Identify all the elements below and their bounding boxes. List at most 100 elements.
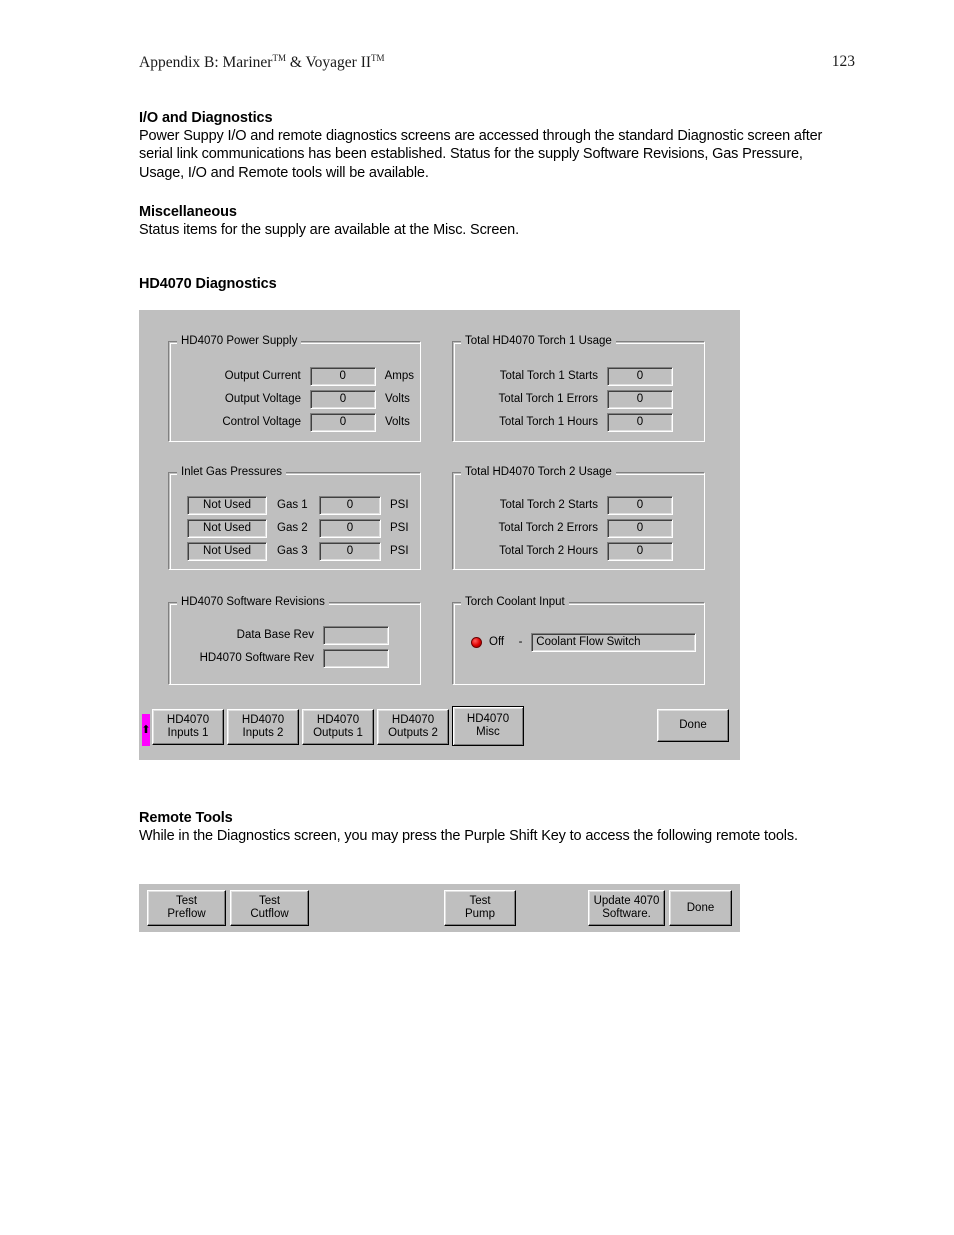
toolbar-button-line1: Test (469, 895, 491, 907)
groupbox-body: Total Torch 2 Starts 0 Total Torch 2 Err… (452, 472, 705, 570)
groupbox-title-torch1-usage: Total HD4070 Torch 1 Usage (461, 334, 616, 348)
value-torch2-hours: 0 (607, 542, 673, 561)
label-torch1-starts: Total Torch 1 Starts (499, 370, 598, 382)
section-heading-io-diagnostics: I/O and Diagnostics (139, 110, 273, 126)
field-row: Output Voltage 0 Volts (168, 390, 414, 409)
field-row: Total Torch 2 Starts 0 (452, 496, 698, 515)
groupbox-inlet-gas-pressures: Inlet Gas Pressures Not Used Gas 1 0 PSI… (168, 465, 421, 570)
field-row: Total Torch 2 Hours 0 (452, 542, 698, 561)
unit-control-voltage: Volts (385, 416, 410, 428)
value-output-voltage: 0 (310, 390, 376, 409)
unit-gas-3: PSI (390, 545, 409, 557)
coolant-state-label: Off (489, 636, 505, 648)
unit-gas-2: PSI (390, 522, 409, 534)
nav-button-line1: HD4070 (241, 714, 285, 726)
field-row: HD4070 Software Rev (168, 649, 414, 668)
toolbar-button-test-pump[interactable]: Test Pump (444, 890, 516, 926)
hd4070-diagnostics-dialog: HD4070 Power Supply Output Current 0 Amp… (139, 310, 740, 760)
groupbox-body: Total Torch 1 Starts 0 Total Torch 1 Err… (452, 341, 705, 442)
label-torch2-errors: Total Torch 2 Errors (498, 522, 599, 534)
label-output-current: Output Current (224, 370, 301, 382)
label-gas-1: Gas 1 (277, 499, 308, 511)
groupbox-title-software-revisions: HD4070 Software Revisions (177, 595, 329, 609)
nav-button-line1: HD4070 (316, 714, 360, 726)
groupbox-software-revisions: HD4070 Software Revisions Data Base Rev … (168, 595, 421, 685)
label-torch1-hours: Total Torch 1 Hours (499, 416, 598, 428)
value-torch1-starts: 0 (607, 367, 673, 386)
value-control-voltage: 0 (310, 413, 376, 432)
toolbar-button-update-4070-software[interactable]: Update 4070 Software. (588, 890, 665, 926)
status-gas-1: Not Used (187, 496, 267, 515)
groupbox-title-torch2-usage: Total HD4070 Torch 2 Usage (461, 465, 616, 479)
groupbox-torch1-usage: Total HD4070 Torch 1 Usage Total Torch 1… (452, 334, 705, 442)
section-body-io-diagnostics: Power Suppy I/O and remote diagnostics s… (139, 128, 823, 181)
groupbox-title-power-supply: HD4070 Power Supply (177, 334, 302, 348)
groupbox-title-torch-coolant-input: Torch Coolant Input (461, 595, 569, 609)
running-head-text-mid: & Voyager II (285, 54, 372, 72)
value-torch1-errors: 0 (607, 390, 673, 409)
nav-button-hd4070-outputs-1[interactable]: HD4070 Outputs 1 (302, 709, 374, 745)
value-data-base-rev (323, 626, 389, 645)
dialog-done-button-label: Done (679, 719, 707, 731)
groupbox-title-inlet-gas-pressures: Inlet Gas Pressures (177, 465, 286, 479)
status-gas-2: Not Used (187, 519, 267, 538)
label-torch2-hours: Total Torch 2 Hours (499, 545, 598, 557)
unit-gas-1: PSI (390, 499, 409, 511)
toolbar-button-done[interactable]: Done (669, 890, 732, 926)
value-gas-2: 0 (319, 519, 381, 538)
coolant-status-row: Off - Coolant Flow Switch (471, 633, 696, 652)
groupbox-body: Off - Coolant Flow Switch (452, 602, 705, 685)
coolant-separator: - (518, 636, 523, 648)
nav-button-hd4070-inputs-2[interactable]: HD4070 Inputs 2 (227, 709, 299, 745)
section-body-remote-tools: While in the Diagnostics screen, you may… (139, 828, 798, 844)
section-heading-miscellaneous: Miscellaneous (139, 204, 237, 221)
purple-shift-key-indicator[interactable]: ⬆ (141, 714, 151, 746)
nav-button-line2: Outputs 2 (388, 727, 438, 739)
value-torch2-errors: 0 (607, 519, 673, 538)
nav-button-hd4070-outputs-2[interactable]: HD4070 Outputs 2 (377, 709, 449, 745)
groupbox-body: Output Current 0 Amps Output Voltage 0 V… (168, 341, 421, 442)
toolbar-button-line1: Update 4070 (593, 895, 660, 907)
coolant-status-led-icon (471, 637, 482, 648)
unit-output-current: Amps (384, 370, 414, 382)
field-row: Control Voltage 0 Volts (168, 413, 414, 432)
groupbox-body: Not Used Gas 1 0 PSI Not Used Gas 2 0 PS… (168, 472, 421, 570)
toolbar-button-test-cutflow[interactable]: Test Cutflow (230, 890, 309, 926)
nav-button-hd4070-inputs-1[interactable]: HD4070 Inputs 1 (152, 709, 224, 745)
toolbar-button-line1: Done (686, 901, 715, 914)
dialog-done-button[interactable]: Done (657, 709, 729, 742)
toolbar-button-test-preflow[interactable]: Test Preflow (147, 890, 226, 926)
label-control-voltage: Control Voltage (222, 416, 301, 428)
page-header: Appendix B: MarinerTM & Voyager IITM 123 (139, 53, 855, 72)
field-row: Not Used Gas 3 0 PSI (187, 542, 417, 561)
field-row: Not Used Gas 1 0 PSI (187, 496, 417, 515)
section-body-miscellaneous: Status items for the supply are availabl… (139, 222, 519, 239)
value-torch1-hours: 0 (607, 413, 673, 432)
nav-button-hd4070-misc[interactable]: HD4070 Misc (452, 706, 524, 746)
running-head: Appendix B: MarinerTM & Voyager IITM (139, 53, 385, 72)
groupbox-torch2-usage: Total HD4070 Torch 2 Usage Total Torch 2… (452, 465, 705, 570)
nav-button-line2: Misc (476, 726, 500, 738)
page-number: 123 (831, 53, 855, 70)
value-output-current: 0 (309, 367, 376, 386)
nav-button-line2: Inputs 2 (242, 727, 284, 739)
toolbar-button-line2: Pump (464, 908, 496, 920)
value-hd4070-software-rev (323, 649, 389, 668)
trademark-symbol-2: TM (371, 53, 385, 63)
label-output-voltage: Output Voltage (224, 393, 301, 405)
groupbox-torch-coolant-input: Torch Coolant Input Off - Coolant Flow S… (452, 595, 705, 685)
remote-tools-toolbar: Test Preflow Test Cutflow Test Pump Upda… (139, 884, 740, 932)
section-heading-hd4070-diagnostics: HD4070 Diagnostics (139, 275, 277, 292)
label-gas-2: Gas 2 (277, 522, 308, 534)
nav-button-line2: Outputs 1 (313, 727, 363, 739)
toolbar-button-line2: Cutflow (250, 908, 289, 920)
section-heading-remote-tools: Remote Tools (139, 810, 233, 826)
toolbar-button-line2: Preflow (167, 908, 206, 920)
running-head-text-main: Appendix B: Mariner (139, 54, 273, 72)
field-row: Data Base Rev (168, 626, 414, 645)
field-row: Total Torch 1 Hours 0 (452, 413, 698, 432)
field-row: Not Used Gas 2 0 PSI (187, 519, 417, 538)
groupbox-body: Data Base Rev HD4070 Software Rev (168, 602, 421, 685)
